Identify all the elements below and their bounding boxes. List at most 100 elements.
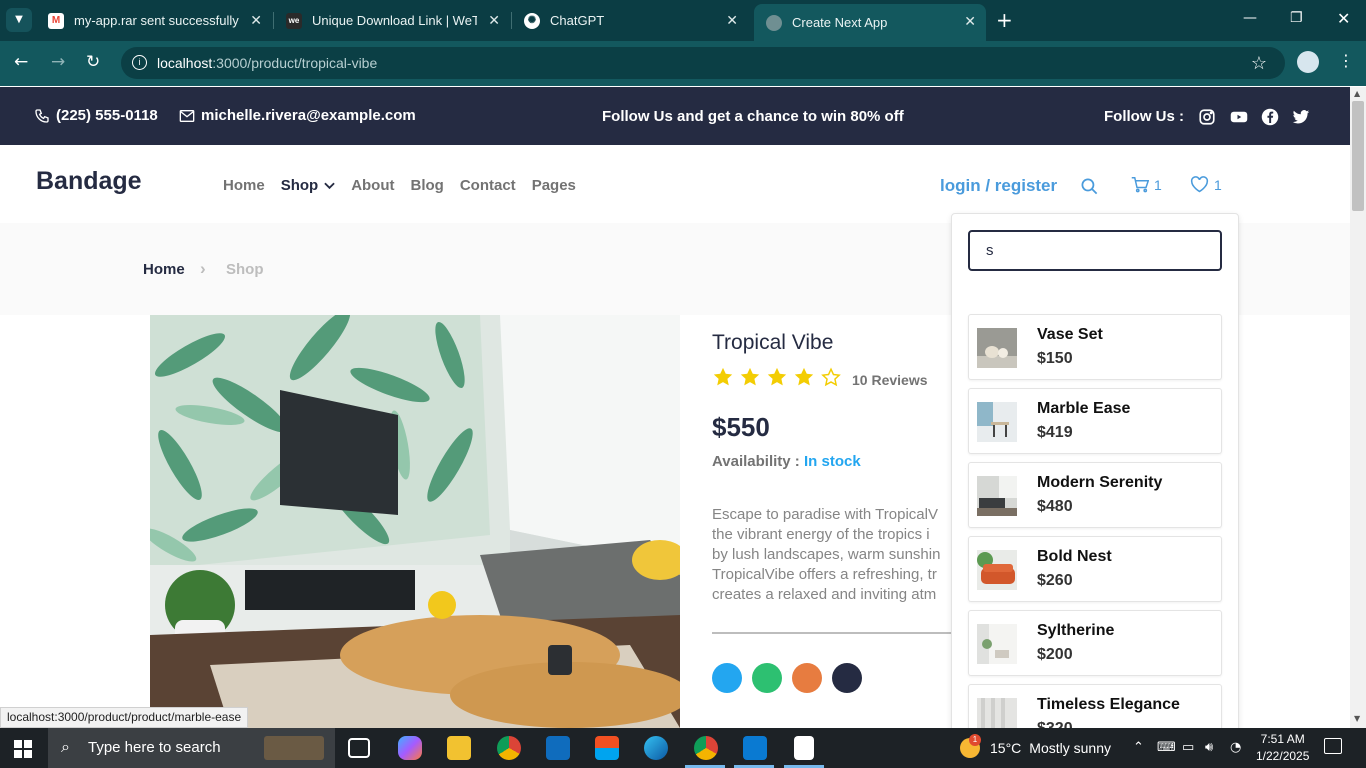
description-line: TropicalVibe offers a refreshing, tr: [712, 566, 937, 583]
product-image[interactable]: [150, 315, 680, 728]
chevron-up-icon[interactable]: ⌃: [1133, 740, 1144, 755]
status-bar-url: localhost:3000/product/product/marble-ea…: [0, 707, 249, 728]
copilot-icon[interactable]: [398, 736, 422, 760]
edge-icon[interactable]: [644, 736, 668, 760]
result-price: $480: [1037, 498, 1073, 515]
browser-tab-wetransfer[interactable]: we Unique Download Link | WeTran ✕: [274, 0, 510, 41]
notification-icon[interactable]: [1324, 738, 1342, 754]
result-thumbnail: [977, 624, 1017, 664]
search-icon: ⌕: [61, 739, 70, 756]
availability: Availability : In stock: [712, 453, 861, 470]
result-price: $260: [1037, 572, 1073, 589]
vscode-icon[interactable]: [743, 736, 767, 760]
nav-home[interactable]: Home: [223, 177, 265, 194]
search-result-vase-set[interactable]: Vase Set $150: [968, 314, 1222, 380]
new-tab-icon[interactable]: +: [996, 8, 1013, 32]
search-result-marble-ease[interactable]: Marble Ease $419: [968, 388, 1222, 454]
twitter-icon[interactable]: [1292, 108, 1310, 126]
outlook-icon[interactable]: [546, 736, 570, 760]
reload-icon[interactable]: ↻: [86, 52, 100, 72]
brand-logo[interactable]: Bandage: [36, 167, 142, 196]
scrollbar-thumb[interactable]: [1352, 101, 1364, 211]
close-window-icon[interactable]: ✕: [1337, 9, 1350, 28]
instagram-icon[interactable]: [1198, 108, 1216, 126]
taskbar-search[interactable]: ⌕ Type here to search: [48, 728, 335, 768]
browser-tab-chatgpt[interactable]: ✺ ChatGPT ✕: [512, 0, 748, 41]
tab-search-button[interactable]: ▼: [6, 8, 32, 32]
volume-icon[interactable]: 🔊︎: [1205, 740, 1213, 755]
promo-text: Follow Us and get a chance to win 80% of…: [602, 108, 904, 125]
color-swatch-orange[interactable]: [792, 663, 822, 693]
taskbar-search-placeholder: Type here to search: [88, 739, 221, 756]
site-info-icon[interactable]: i: [132, 55, 147, 70]
nav-shop[interactable]: Shop: [281, 177, 336, 194]
mail-icon: [179, 109, 195, 122]
battery-icon[interactable]: ▭: [1182, 740, 1194, 755]
nav-contact[interactable]: Contact: [460, 177, 516, 194]
chrome-active-icon[interactable]: [694, 736, 718, 760]
availability-value: In stock: [803, 453, 861, 470]
address-bar[interactable]: i localhost:3000/product/tropical-vibe ☆: [121, 47, 1285, 79]
tab-title: my-app.rar sent successfully to: [74, 13, 239, 28]
breadcrumb-home[interactable]: Home: [143, 261, 185, 278]
page-scrollbar[interactable]: ▲ ▼: [1350, 87, 1366, 728]
search-result-modern-serenity[interactable]: Modern Serenity $480: [968, 462, 1222, 528]
close-tab-icon[interactable]: ✕: [726, 12, 738, 29]
nav-pages[interactable]: Pages: [532, 177, 576, 194]
tab-title: Unique Download Link | WeTran: [312, 13, 477, 28]
search-input[interactable]: [968, 230, 1222, 271]
nav-blog[interactable]: Blog: [411, 177, 444, 194]
scroll-down-icon[interactable]: ▼: [1354, 714, 1360, 723]
search-result-syltherine[interactable]: Syltherine $200: [968, 610, 1222, 676]
close-tab-icon[interactable]: ✕: [250, 12, 262, 29]
color-swatch-navy[interactable]: [832, 663, 862, 693]
wishlist-button[interactable]: 1: [1190, 176, 1222, 193]
browser-tab-create-next-app[interactable]: Create Next App ✕: [754, 4, 986, 41]
system-clock[interactable]: 7:51 AM 1/22/2025: [1256, 731, 1309, 765]
result-price: $419: [1037, 424, 1073, 441]
document-app-icon[interactable]: [794, 736, 814, 760]
task-view-icon[interactable]: [348, 738, 370, 758]
phone-number: (225) 555-0118: [56, 107, 158, 124]
chrome-icon[interactable]: [497, 736, 521, 760]
close-tab-icon[interactable]: ✕: [964, 13, 976, 30]
url-host: localhost: [157, 55, 213, 71]
color-swatch-green[interactable]: [752, 663, 782, 693]
youtube-icon[interactable]: [1230, 108, 1248, 126]
contact-phone: (225) 555-0118: [34, 107, 158, 124]
profile-avatar[interactable]: [1297, 51, 1319, 73]
weather-sun-icon: 1: [960, 734, 981, 758]
minimize-icon[interactable]: —: [1243, 10, 1257, 26]
search-icon[interactable]: [1080, 177, 1099, 196]
search-result-bold-nest[interactable]: Bold Nest $260: [968, 536, 1222, 602]
microsoft-store-icon[interactable]: [595, 736, 619, 760]
windows-start-icon[interactable]: [14, 740, 32, 758]
nav-about[interactable]: About: [351, 177, 394, 194]
color-swatch-blue[interactable]: [712, 663, 742, 693]
login-register-link[interactable]: login / register: [940, 176, 1057, 196]
product-details: Tropical Vibe 10 Reviews $550 Availabili…: [712, 315, 952, 728]
search-result-timeless-elegance[interactable]: Timeless Elegance $320: [968, 684, 1222, 732]
restore-icon[interactable]: ❐: [1290, 10, 1303, 26]
ime-icon[interactable]: ⌨: [1157, 740, 1176, 755]
browser-tab-gmail[interactable]: M my-app.rar sent successfully to ✕: [36, 0, 272, 41]
file-explorer-icon[interactable]: [447, 736, 471, 760]
close-tab-icon[interactable]: ✕: [488, 12, 500, 29]
result-name: Syltherine: [1037, 622, 1115, 639]
facebook-icon[interactable]: [1261, 108, 1279, 126]
wifi-icon[interactable]: ◔: [1230, 740, 1241, 755]
result-thumbnail: [977, 476, 1017, 516]
result-name: Timeless Elegance: [1037, 696, 1180, 713]
url-path: :3000/product/tropical-vibe: [212, 55, 378, 71]
wetransfer-icon: we: [286, 12, 302, 29]
result-thumbnail: [977, 402, 1017, 442]
cart-button[interactable]: 1: [1131, 176, 1162, 193]
bookmark-star-icon[interactable]: ☆: [1251, 47, 1267, 79]
browser-menu-icon[interactable]: ⋮: [1338, 51, 1354, 70]
forward-icon[interactable]: →: [51, 52, 65, 72]
scroll-up-icon[interactable]: ▲: [1354, 89, 1360, 98]
site-header: Bandage Home Shop About Blog Contact Pag…: [0, 145, 1350, 223]
weather-widget[interactable]: 1 15°C Mostly sunny: [960, 734, 1111, 758]
back-icon[interactable]: ←: [14, 52, 28, 72]
review-count[interactable]: 10 Reviews: [852, 372, 928, 388]
